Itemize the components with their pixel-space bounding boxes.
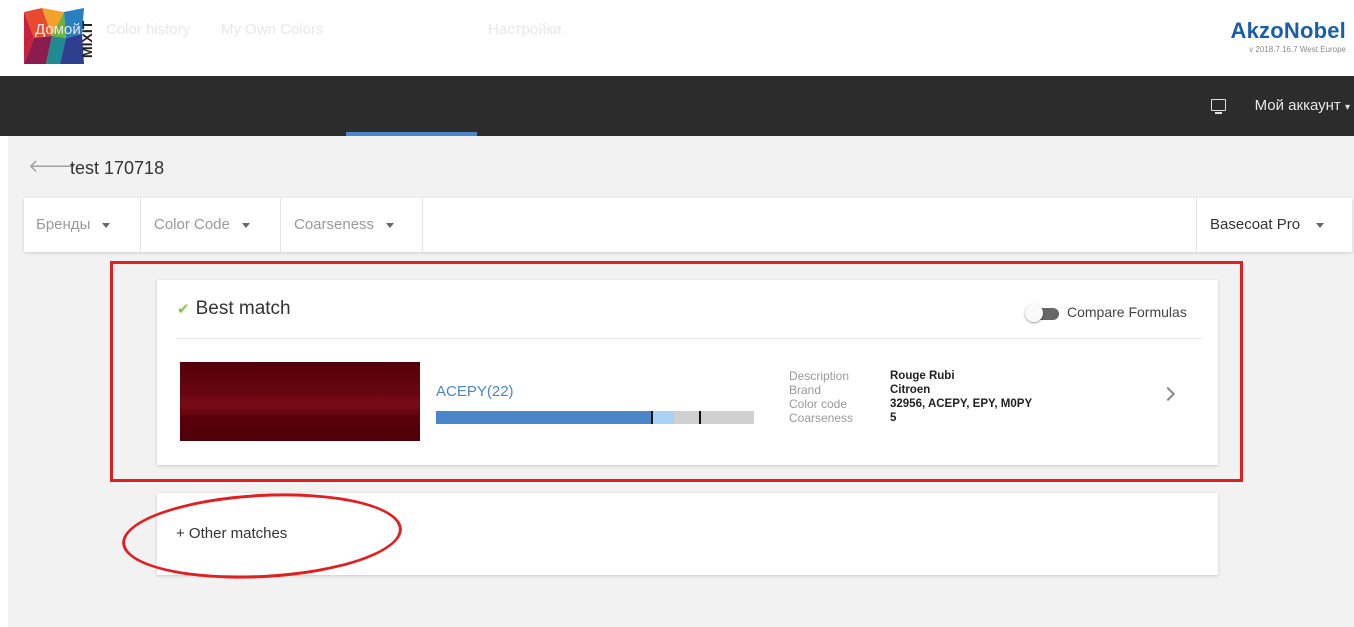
nav-item-my-own-colors[interactable]: My Own Colors (221, 0, 324, 60)
filter-divider (422, 198, 423, 252)
product-select-label: Basecoat Pro (1210, 216, 1301, 233)
filter-coarseness-label: Coarseness (294, 216, 375, 233)
caret-down-icon (386, 222, 395, 228)
product-select[interactable]: Basecoat Pro (1210, 198, 1325, 252)
filter-color-code-label: Color Code (154, 216, 230, 233)
account-label: Мой аккаунт (1254, 97, 1341, 114)
nav-item-measurements[interactable]: Measurements (356, 0, 455, 60)
filter-divider (140, 198, 141, 252)
filter-divider (280, 198, 281, 252)
version-label: v 2018.7.16.7 West Europe (1249, 45, 1346, 54)
nav-item-color-history[interactable]: Color history (106, 0, 190, 60)
caret-down-icon (241, 222, 250, 228)
annotation-rectangle (110, 261, 1243, 482)
filter-color-code[interactable]: Color Code (154, 198, 250, 252)
page-title: test 170718 (70, 158, 165, 178)
caret-down-icon (1316, 222, 1325, 228)
mixit-logo-text: MIXIT (79, 20, 95, 58)
filter-divider (1196, 198, 1197, 252)
akzonobel-logo: AkzoNobel (1230, 18, 1346, 43)
caret-down-icon (102, 222, 111, 228)
filter-coarseness[interactable]: Coarseness (294, 198, 395, 252)
chevron-down-icon: ▾ (1344, 102, 1350, 113)
akzonobel-branding: AkzoNobel v 2018.7.16.7 West Europe (1231, 18, 1346, 54)
filter-brands[interactable]: Бренды (36, 198, 111, 252)
monitor-icon[interactable] (1211, 99, 1226, 114)
header: MIXIT AkzoNobel v 2018.7.16.7 West Europ… (0, 0, 1354, 76)
main-nav (0, 76, 1354, 136)
filter-bar: Бренды Color Code Coarseness Basecoat Pr… (24, 198, 1352, 252)
filter-brands-label: Бренды (36, 216, 91, 233)
nav-item-home[interactable]: Домой (35, 0, 81, 60)
nav-item-settings[interactable]: Настройки (488, 0, 562, 60)
account-menu[interactable]: Мой аккаунт ▾ (1255, 76, 1350, 136)
